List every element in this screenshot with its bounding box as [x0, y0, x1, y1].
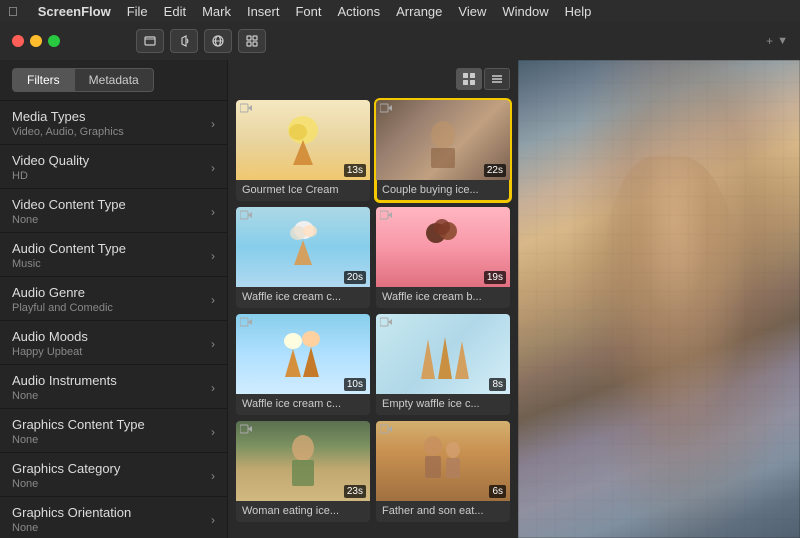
chevron-right-icon: › [211, 513, 215, 527]
preview-image [518, 60, 800, 538]
duration-badge-1: 13s [344, 164, 366, 177]
chevron-right-icon: › [211, 425, 215, 439]
grid-icon[interactable] [238, 29, 266, 53]
traffic-lights [12, 35, 60, 47]
web-icon[interactable] [204, 29, 232, 53]
app-name[interactable]: ScreenFlow [38, 4, 111, 19]
media-toolbar [236, 68, 510, 90]
chevron-right-icon: › [211, 249, 215, 263]
main-content: Filters Metadata Media Types Video, Audi… [0, 60, 800, 538]
filter-graphics-category[interactable]: Graphics Category None › [0, 453, 227, 497]
menu-edit[interactable]: Edit [164, 4, 186, 19]
filter-graphics-content-type[interactable]: Graphics Content Type None › [0, 409, 227, 453]
menu-file[interactable]: File [127, 4, 148, 19]
filter-audio-genre[interactable]: Audio Genre Playful and Comedic › [0, 277, 227, 321]
media-label-7: Woman eating ice... [236, 501, 370, 522]
view-toggle [456, 68, 510, 90]
sidebar: Filters Metadata Media Types Video, Audi… [0, 60, 228, 538]
media-item-6[interactable]: 8s Empty waffle ice c... [376, 314, 510, 415]
video-icon-badge [240, 103, 252, 116]
filter-audio-moods[interactable]: Audio Moods Happy Upbeat › [0, 321, 227, 365]
grid-view-button[interactable] [456, 68, 482, 90]
media-item-3[interactable]: 20s Waffle ice cream c... [236, 207, 370, 308]
chevron-right-icon: › [211, 117, 215, 131]
sidebar-tabs: Filters Metadata [0, 60, 227, 101]
media-library-icon[interactable] [136, 29, 164, 53]
media-label-2: Couple buying ice... [376, 180, 510, 201]
list-view-button[interactable] [484, 68, 510, 90]
media-item-1[interactable]: 13s Gourmet Ice Cream [236, 100, 370, 201]
chevron-right-icon: › [211, 469, 215, 483]
duration-badge-2: 22s [484, 164, 506, 177]
chevron-right-icon: › [211, 337, 215, 351]
apple-logo-icon:  [8, 4, 18, 19]
filter-graphics-orientation[interactable]: Graphics Orientation None › [0, 497, 227, 538]
menu-font[interactable]: Font [295, 4, 321, 19]
chevron-right-icon: › [211, 205, 215, 219]
duration-badge-4: 19s [484, 271, 506, 284]
video-icon-badge [380, 103, 392, 116]
media-label-6: Empty waffle ice c... [376, 394, 510, 415]
media-item-8[interactable]: 6s Father and son eat... [376, 421, 510, 522]
media-item-2[interactable]: 22s Couple buying ice... [376, 100, 510, 201]
filter-video-content-type[interactable]: Video Content Type None › [0, 189, 227, 233]
menu-insert[interactable]: Insert [247, 4, 280, 19]
media-item-7[interactable]: 23s Woman eating ice... [236, 421, 370, 522]
title-bar: + ▼ [0, 22, 800, 60]
duration-badge-6: 8s [489, 378, 506, 391]
filter-video-quality[interactable]: Video Quality HD › [0, 145, 227, 189]
menu-bar:  ScreenFlow File Edit Mark Insert Font … [0, 0, 800, 22]
media-label-4: Waffle ice cream b... [376, 287, 510, 308]
menu-actions[interactable]: Actions [338, 4, 381, 19]
filter-audio-content-type[interactable]: Audio Content Type Music › [0, 233, 227, 277]
media-label-5: Waffle ice cream c... [236, 394, 370, 415]
close-button[interactable] [12, 35, 24, 47]
video-icon-badge [240, 317, 252, 330]
media-label-3: Waffle ice cream c... [236, 287, 370, 308]
media-item-5[interactable]: 10s Waffle ice cream c... [236, 314, 370, 415]
duration-badge-5: 10s [344, 378, 366, 391]
video-icon-badge [240, 424, 252, 437]
duration-badge-8: 6s [489, 485, 506, 498]
media-grid: 13s Gourmet Ice Cream 22 [228, 60, 518, 538]
menu-view[interactable]: View [458, 4, 486, 19]
chevron-right-icon: › [211, 161, 215, 175]
video-icon-badge [380, 210, 392, 223]
video-icon-badge [380, 424, 392, 437]
chevron-right-icon: › [211, 381, 215, 395]
maximize-button[interactable] [48, 35, 60, 47]
menu-arrange[interactable]: Arrange [396, 4, 442, 19]
media-label-1: Gourmet Ice Cream [236, 180, 370, 201]
tab-metadata[interactable]: Metadata [74, 68, 154, 92]
media-item-4[interactable]: 19s Waffle ice cream b... [376, 207, 510, 308]
tab-filters[interactable]: Filters [12, 68, 74, 92]
preview-area [518, 60, 800, 538]
duration-badge-3: 20s [344, 271, 366, 284]
filter-audio-instruments[interactable]: Audio Instruments None › [0, 365, 227, 409]
media-label-8: Father and son eat... [376, 501, 510, 522]
video-icon-badge [380, 317, 392, 330]
filter-media-types[interactable]: Media Types Video, Audio, Graphics › [0, 101, 227, 145]
menu-help[interactable]: Help [565, 4, 592, 19]
menu-mark[interactable]: Mark [202, 4, 231, 19]
video-icon-badge [240, 210, 252, 223]
duration-badge-7: 23s [344, 485, 366, 498]
chevron-right-icon: › [211, 293, 215, 307]
menu-window[interactable]: Window [502, 4, 548, 19]
minimize-button[interactable] [30, 35, 42, 47]
audio-icon[interactable] [170, 29, 198, 53]
